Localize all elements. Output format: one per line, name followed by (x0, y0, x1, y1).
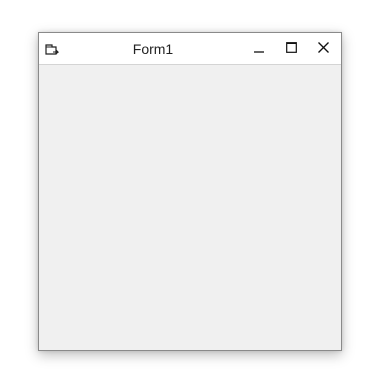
maximize-button[interactable] (275, 33, 307, 64)
minimize-icon (254, 40, 264, 58)
form-client-area[interactable] (39, 65, 341, 350)
form-window: Form1 (38, 32, 342, 351)
minimize-button[interactable] (243, 33, 275, 64)
title-bar[interactable]: Form1 (39, 33, 341, 65)
close-icon (317, 40, 329, 58)
maximize-icon (285, 40, 297, 58)
window-title: Form1 (132, 41, 174, 57)
close-button[interactable] (307, 33, 339, 64)
